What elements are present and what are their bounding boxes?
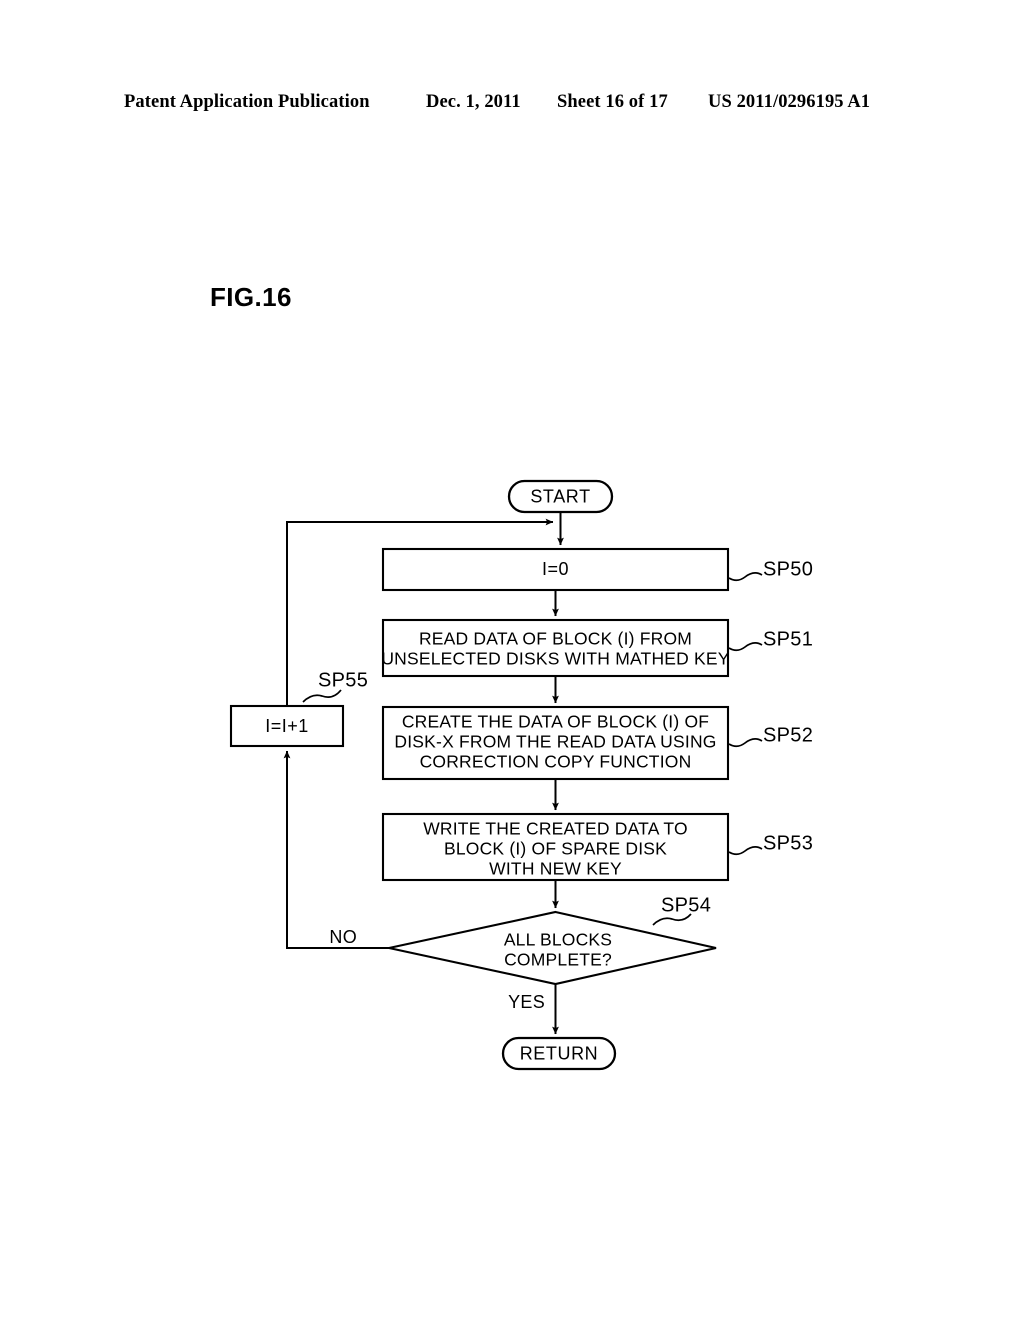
step-ref-sp52: SP52 bbox=[728, 724, 813, 748]
edge-sp54-no-to-sp55 bbox=[283, 750, 389, 949]
flow-node-sp53: WRITE THE CREATED DATA TO BLOCK (I) OF S… bbox=[381, 812, 730, 882]
flow-node-start-label: START bbox=[530, 486, 590, 506]
flow-node-sp52-line-0: CREATE THE DATA OF BLOCK (I) OF bbox=[402, 712, 709, 732]
step-ref-sp53: SP53 bbox=[728, 832, 813, 856]
step-ref-sp55-label: SP55 bbox=[318, 669, 368, 691]
flow-node-sp54-line-1: COMPLETE? bbox=[504, 950, 612, 970]
flow-node-start: START bbox=[507, 479, 614, 514]
flow-node-sp52-line-1: DISK-X FROM THE READ DATA USING bbox=[394, 732, 716, 752]
step-ref-sp54-label: SP54 bbox=[661, 894, 711, 916]
flow-node-sp53-line-2: WITH NEW KEY bbox=[489, 859, 622, 879]
flow-node-sp53-line-0: WRITE THE CREATED DATA TO bbox=[423, 819, 688, 839]
flow-node-sp53-line-1: BLOCK (I) OF SPARE DISK bbox=[444, 839, 667, 859]
branch-label-no: NO bbox=[329, 927, 357, 947]
step-ref-sp51: SP51 bbox=[728, 628, 813, 652]
step-ref-sp52-label: SP52 bbox=[763, 724, 813, 746]
flow-node-sp54-line-0: ALL BLOCKS bbox=[504, 930, 612, 950]
flow-node-sp54: ALL BLOCKS COMPLETE? bbox=[388, 910, 717, 986]
flow-node-sp51: READ DATA OF BLOCK (I) FROM UNSELECTED D… bbox=[381, 618, 730, 678]
step-ref-sp53-label: SP53 bbox=[763, 832, 813, 854]
step-ref-sp54: SP54 bbox=[652, 894, 711, 926]
step-ref-sp50: SP50 bbox=[728, 558, 813, 582]
flow-node-sp52-line-2: CORRECTION COPY FUNCTION bbox=[420, 752, 692, 772]
flow-node-sp55: I=I+1 bbox=[229, 704, 345, 748]
flow-node-sp51-line-1: UNSELECTED DISKS WITH MATHED KEY bbox=[381, 649, 729, 669]
step-ref-sp51-label: SP51 bbox=[763, 628, 813, 650]
flow-node-sp50: I=0 bbox=[381, 547, 730, 592]
flow-node-return: RETURN bbox=[501, 1036, 617, 1071]
flow-node-sp52: CREATE THE DATA OF BLOCK (I) OF DISK-X F… bbox=[381, 705, 730, 781]
flow-node-sp50-line-0: I=0 bbox=[542, 559, 569, 579]
flow-node-sp55-line-0: I=I+1 bbox=[265, 716, 309, 736]
branch-label-yes: YES bbox=[508, 992, 545, 1012]
flowchart-diagram: START I=0 SP50 READ DATA OF BLOCK (I) FR… bbox=[229, 479, 813, 1071]
flow-node-return-label: RETURN bbox=[520, 1043, 599, 1063]
step-ref-sp50-label: SP50 bbox=[763, 558, 813, 580]
flow-node-sp51-line-0: READ DATA OF BLOCK (I) FROM bbox=[419, 629, 692, 649]
step-ref-sp55: SP55 bbox=[302, 669, 368, 703]
